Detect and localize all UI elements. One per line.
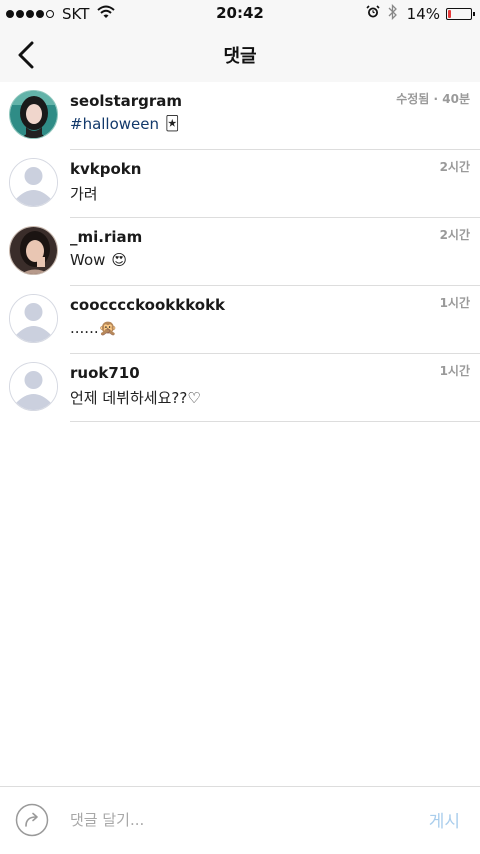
comment-timestamp: 2시간 <box>439 228 470 242</box>
comment-item: seolstargram #halloween 🃏 수정됨 · 40분 <box>0 82 480 150</box>
monkey-emoji: 🙊 <box>98 319 118 337</box>
comment-timestamp: 1시간 <box>439 296 470 310</box>
comment-timestamp: 수정됨 · 40분 <box>396 92 470 106</box>
status-bar: SKT 20:42 14% <box>0 0 480 28</box>
comment-username[interactable]: seolstargram <box>70 92 182 110</box>
heart-eyes-emoji: 😍 <box>111 251 128 269</box>
comment-list: seolstargram #halloween 🃏 수정됨 · 40분 kvkp… <box>0 82 480 422</box>
bluetooth-icon <box>388 3 397 24</box>
joker-emoji: 🃏 <box>165 116 180 132</box>
comment-text: #halloween 🃏 <box>70 115 179 133</box>
avatar[interactable] <box>9 294 58 343</box>
comment-item: coocccckookkkokk ...... 🙊 1시간 <box>0 286 480 354</box>
comment-body: Wow <box>70 251 106 269</box>
avatar[interactable] <box>9 226 58 275</box>
default-user-icon <box>10 363 57 410</box>
comment-text: 가려 <box>70 183 98 204</box>
comment-item: _mi.riam Wow 😍 2시간 <box>0 218 480 286</box>
comment-username[interactable]: kvkpokn <box>70 160 141 178</box>
navigation-bar: 댓글 <box>0 28 480 82</box>
comment-username[interactable]: coocccckookkkokk <box>70 296 225 314</box>
comment-input[interactable] <box>70 805 400 835</box>
battery-percent: 14% <box>406 5 440 23</box>
divider <box>70 421 480 422</box>
avatar[interactable] <box>9 90 58 139</box>
comment-body: 가려 <box>70 185 98 203</box>
comment-text: ...... 🙊 <box>70 319 117 337</box>
battery-icon <box>446 8 475 20</box>
comment-timestamp: 2시간 <box>439 160 470 174</box>
comment-composer: 게시 <box>0 786 480 854</box>
comment-item: kvkpokn 가려 2시간 <box>0 150 480 218</box>
hashtag-link[interactable]: #halloween <box>70 115 159 133</box>
avatar[interactable] <box>9 158 58 207</box>
comment-text: Wow 😍 <box>70 251 127 269</box>
post-button[interactable]: 게시 <box>429 807 460 832</box>
comment-text: 언제 데뷔하세요??♡ <box>70 387 201 408</box>
status-right: 14% <box>366 3 475 24</box>
comment-body: ...... <box>70 319 99 337</box>
alarm-icon <box>366 5 380 23</box>
comment-body: 언제 데뷔하세요??♡ <box>70 389 201 407</box>
comment-username[interactable]: ruok710 <box>70 364 140 382</box>
default-user-icon <box>10 159 57 206</box>
reply-arrow-icon[interactable] <box>15 803 49 837</box>
comment-username[interactable]: _mi.riam <box>70 228 142 246</box>
page-title: 댓글 <box>223 46 257 67</box>
comment-item: ruok710 언제 데뷔하세요??♡ 1시간 <box>0 354 480 422</box>
comment-timestamp: 1시간 <box>439 364 470 378</box>
default-user-icon <box>10 295 57 342</box>
avatar[interactable] <box>9 362 58 411</box>
